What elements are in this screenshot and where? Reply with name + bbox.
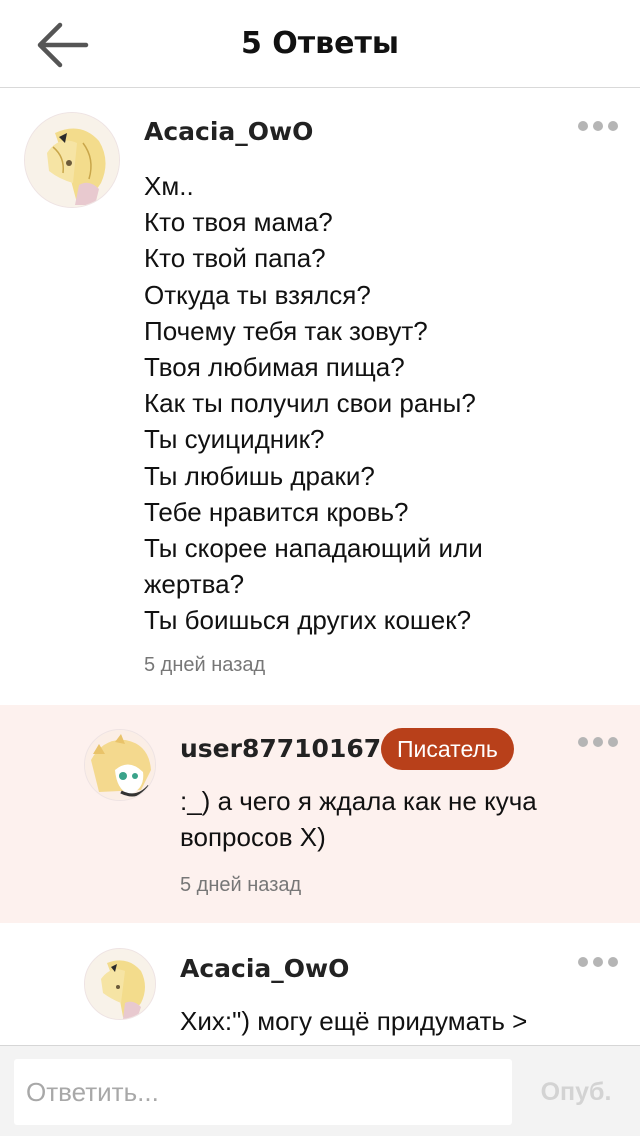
- more-dot: [608, 957, 618, 967]
- publish-button[interactable]: Опуб.: [524, 1059, 628, 1125]
- comment-text: Хих:") могу ещё придумать >: [180, 1006, 528, 1036]
- back-button[interactable]: [36, 20, 90, 70]
- avatar[interactable]: [24, 112, 120, 208]
- reply-input[interactable]: [14, 1059, 512, 1125]
- avatar[interactable]: [84, 729, 156, 801]
- more-dot: [593, 737, 603, 747]
- writer-badge: Писатель: [381, 728, 514, 770]
- more-dots-icon: [578, 737, 588, 747]
- more-dot: [608, 737, 618, 747]
- more-dot: [608, 121, 618, 131]
- more-options-button[interactable]: [578, 735, 618, 749]
- more-dots-icon: [578, 121, 588, 131]
- more-dot: [593, 957, 603, 967]
- page-title: 5 Ответы: [240, 26, 400, 61]
- reply-comment: user87710167 Писатель :_) а чего я ждала…: [0, 705, 640, 923]
- more-options-button[interactable]: [578, 955, 618, 969]
- comment-text: Хм.. Кто твоя мама? Кто твой папа? Откуд…: [144, 171, 483, 636]
- more-dots-icon: [578, 957, 588, 967]
- top-bar: 5 Ответы: [0, 0, 640, 88]
- more-dot: [593, 121, 603, 131]
- reply-bar: Опуб.: [0, 1045, 640, 1136]
- comment-timestamp: 5 дней назад: [180, 874, 302, 896]
- arrow-left-icon: [37, 22, 89, 68]
- comment-timestamp: 5 дней назад: [144, 654, 266, 676]
- reply-comment: Acacia_OwO Хих:") могу ещё придумать >: [0, 925, 640, 1045]
- comment-username[interactable]: Acacia_OwO: [144, 117, 313, 146]
- comment-username[interactable]: user87710167: [180, 734, 381, 763]
- avatar[interactable]: [84, 948, 156, 1020]
- comment-text: :_) а чего я ждала как не куча вопросов …: [180, 786, 537, 853]
- reply-comment: Acacia_OwO Хм.. Кто твоя мама? Кто твой …: [0, 89, 640, 703]
- comment-username[interactable]: Acacia_OwO: [180, 954, 349, 983]
- more-options-button[interactable]: [578, 119, 618, 133]
